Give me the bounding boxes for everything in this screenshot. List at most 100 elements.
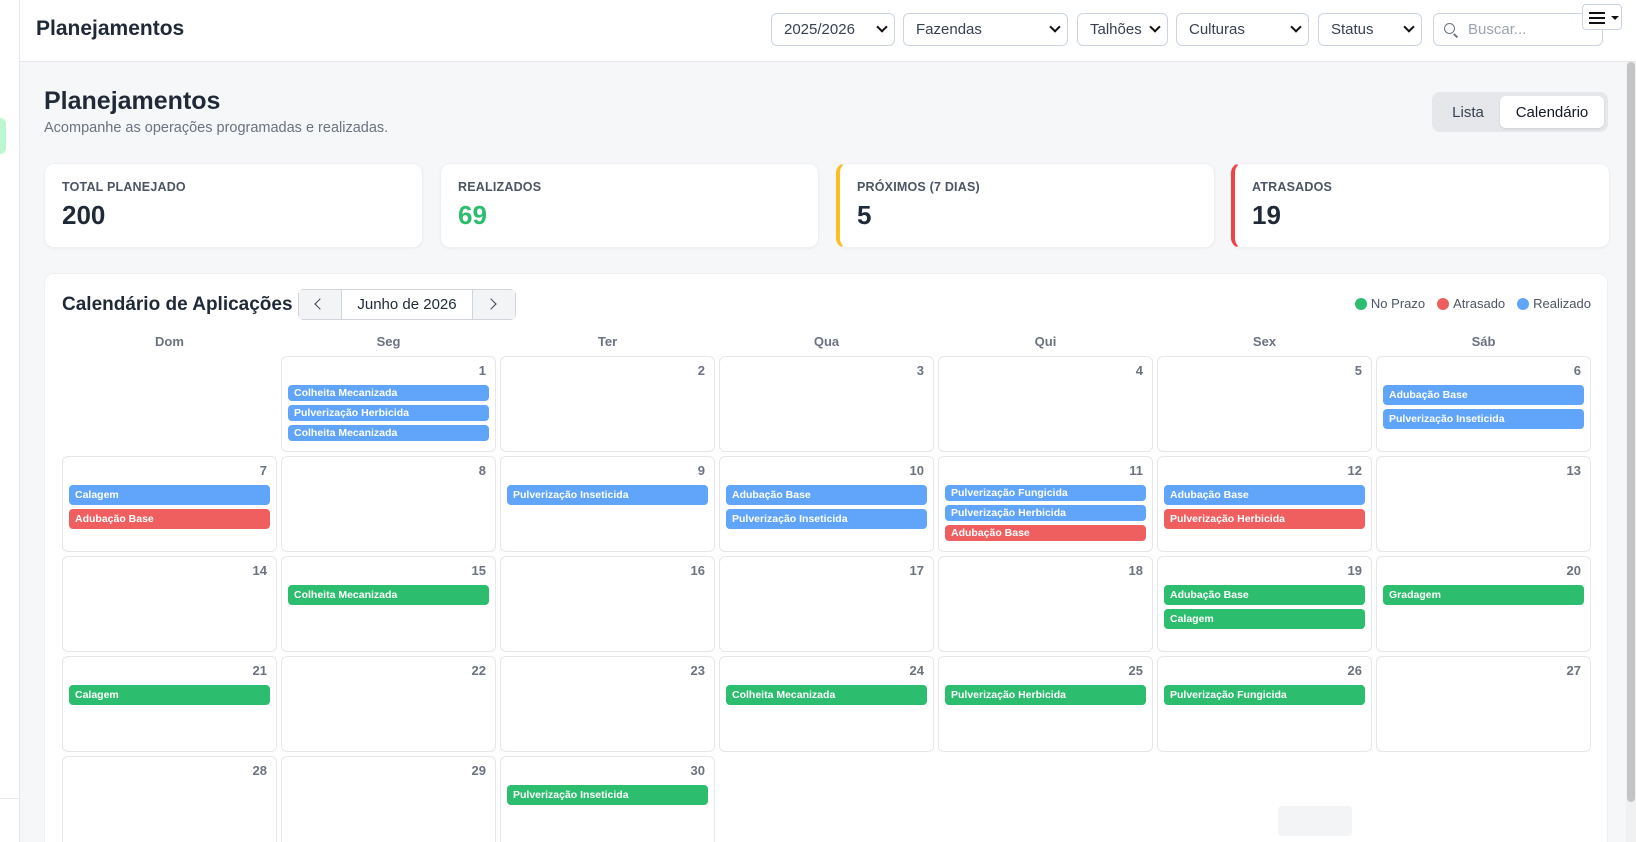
day-events: Adubação Base Pulverização Herbicida	[1164, 485, 1365, 551]
calendar-event[interactable]: Pulverização Herbicida	[945, 685, 1146, 705]
calendar-event[interactable]: Adubação Base	[1164, 485, 1365, 505]
calendar-day-cell[interactable]: 28	[62, 756, 277, 842]
calendar-day-cell[interactable]: 6 Adubação Base Pulverização Inseticida	[1376, 356, 1591, 452]
calendar-day-cell[interactable]: 12 Adubação Base Pulverização Herbicida	[1157, 456, 1372, 552]
search-input[interactable]	[1468, 21, 1598, 38]
calendar-day-cell[interactable]: 11 Pulverização Fungicida Pulverização Her…	[938, 456, 1153, 552]
calendar-day-cell[interactable]: 10 Adubação Base Pulverização Inseticida	[719, 456, 934, 552]
day-number: 21	[252, 663, 267, 678]
calendar-day-cell[interactable]: 21 Calagem	[62, 656, 277, 752]
calendar-day-cell[interactable]: 9 Pulverização Inseticida	[500, 456, 715, 552]
day-events	[288, 485, 489, 551]
scrollbar-thumb[interactable]	[1627, 62, 1635, 802]
calendar-event[interactable]: Colheita Mecanizada	[288, 585, 489, 605]
crops-select[interactable]: Culturas	[1176, 13, 1309, 46]
calendar-day-cell[interactable]: 24 Colheita Mecanizada	[719, 656, 934, 752]
calendar-day-cell[interactable]: 27	[1376, 656, 1591, 752]
day-number: 11	[1129, 463, 1143, 478]
calendar-event[interactable]: Pulverização Herbicida	[1164, 509, 1365, 529]
legend-item: Atrasado	[1437, 296, 1505, 311]
calendar-event[interactable]: Colheita Mecanizada	[288, 425, 489, 441]
calendar-day-cell[interactable]: 1 Colheita Mecanizada Pulverização Herbici…	[281, 356, 496, 452]
plots-select-value: Talhões	[1090, 21, 1142, 38]
search-box[interactable]	[1433, 13, 1603, 46]
calendar-event[interactable]: Pulverização Herbicida	[288, 405, 489, 421]
calendar-day-cell[interactable]: 18	[938, 556, 1153, 652]
weekday-header: Dom Seg Ter Qua Qui Sex Sáb	[62, 334, 1591, 352]
calendar-event[interactable]: Pulverização Fungicida	[1164, 685, 1365, 705]
calendar-event[interactable]: Pulverização Inseticida	[726, 509, 927, 529]
calendar-day-cell[interactable]: 17	[719, 556, 934, 652]
caret-down-icon	[1611, 16, 1619, 20]
plots-select[interactable]: Talhões	[1077, 13, 1168, 46]
calendar-day-cell[interactable]: 16	[500, 556, 715, 652]
calendar-day-cell[interactable]: 2	[500, 356, 715, 452]
calendar-day-cell[interactable]: 20 Gradagem	[1376, 556, 1591, 652]
calendar-day-cell[interactable]: 4	[938, 356, 1153, 452]
calendar-event[interactable]: Gradagem	[1383, 585, 1584, 605]
calendar-event[interactable]: Calagem	[69, 485, 270, 505]
day-events	[945, 385, 1146, 451]
sidebar-active-indicator[interactable]	[0, 118, 6, 154]
day-number: 2	[697, 363, 705, 378]
calendar-event[interactable]: Calagem	[1164, 609, 1365, 629]
calendar-day-cell[interactable]: 3	[719, 356, 934, 452]
calendar-day-cell[interactable]: 30 Pulverização Inseticida	[500, 756, 715, 842]
day-number: 1	[478, 363, 486, 378]
calendar-day-cell[interactable]: 23	[500, 656, 715, 752]
calendar-event[interactable]: Adubação Base	[1164, 585, 1365, 605]
day-number: 10	[909, 463, 924, 478]
next-month-button[interactable]	[473, 290, 515, 319]
weekday-label: Qui	[1034, 334, 1057, 349]
calendar-day-cell[interactable]: 29	[281, 756, 496, 842]
calendar-day-cell[interactable]: 26 Pulverização Fungicida	[1157, 656, 1372, 752]
menu-button[interactable]	[1582, 4, 1622, 30]
calendar-event[interactable]: Pulverização Inseticida	[507, 485, 708, 505]
calendar-event[interactable]: Adubação Base	[1383, 385, 1584, 405]
list-view-button[interactable]: Lista	[1436, 96, 1500, 128]
calendar-event[interactable]: Adubação Base	[726, 485, 927, 505]
day-number: 12	[1347, 463, 1362, 478]
calendar-day-cell[interactable]: 15 Colheita Mecanizada	[281, 556, 496, 652]
day-number: 16	[690, 563, 705, 578]
calendar-event[interactable]: Calagem	[69, 685, 270, 705]
top-bar: Planejamentos 2025/2026 Fazendas Talhões…	[20, 0, 1636, 62]
calendar-event[interactable]: Colheita Mecanizada	[726, 685, 927, 705]
chevron-down-icon	[876, 21, 888, 33]
calendar-day-cell[interactable]: 14	[62, 556, 277, 652]
legend-item: No Prazo	[1354, 296, 1426, 311]
stat-card-overdue: ATRASADOS 19	[1231, 163, 1610, 248]
calendar-day-cell[interactable]: 8	[281, 456, 496, 552]
weekday-label: Ter	[597, 334, 618, 349]
day-events: Pulverização Fungicida Pulverização Herbi…	[945, 485, 1146, 551]
calendar-empty-cell	[62, 356, 277, 452]
calendar-event[interactable]: Adubação Base	[69, 509, 270, 529]
chevron-down-icon	[1290, 21, 1302, 33]
calendar-day-cell[interactable]: 5	[1157, 356, 1372, 452]
calendar-day-cell[interactable]: 19 Adubação Base Calagem	[1157, 556, 1372, 652]
legend-label: No Prazo	[1370, 296, 1426, 311]
day-number: 29	[471, 763, 486, 778]
calendar-event[interactable]: Pulverização Fungicida	[945, 485, 1146, 501]
calendar-event[interactable]: Colheita Mecanizada	[288, 385, 489, 401]
calendar-day-cell[interactable]: 7 Calagem Adubação Base	[62, 456, 277, 552]
calendar-event[interactable]: Adubação Base	[945, 525, 1146, 541]
stat-label: REALIZADOS	[458, 180, 542, 194]
calendar-event[interactable]: Pulverização Inseticida	[1383, 409, 1584, 429]
status-select[interactable]: Status	[1318, 13, 1422, 46]
calendar-day-cell[interactable]: 13	[1376, 456, 1591, 552]
day-events	[507, 385, 708, 451]
calendar-day-cell[interactable]: 22	[281, 656, 496, 752]
calendar-event[interactable]: Pulverização Inseticida	[507, 785, 708, 805]
season-select[interactable]: 2025/2026	[771, 13, 895, 46]
stat-label: PRÓXIMOS (7 DIAS)	[857, 180, 980, 194]
day-number: 23	[690, 663, 705, 678]
calendar-day-cell[interactable]: 25 Pulverização Herbicida	[938, 656, 1153, 752]
day-number: 18	[1128, 563, 1143, 578]
farms-select[interactable]: Fazendas	[903, 13, 1068, 46]
previous-month-button[interactable]	[299, 290, 341, 319]
calendar-event[interactable]: Pulverização Herbicida	[945, 505, 1146, 521]
stat-value: 200	[62, 200, 106, 230]
calendar-view-button[interactable]: Calendário	[1500, 96, 1604, 128]
chevron-down-icon	[1049, 21, 1061, 33]
